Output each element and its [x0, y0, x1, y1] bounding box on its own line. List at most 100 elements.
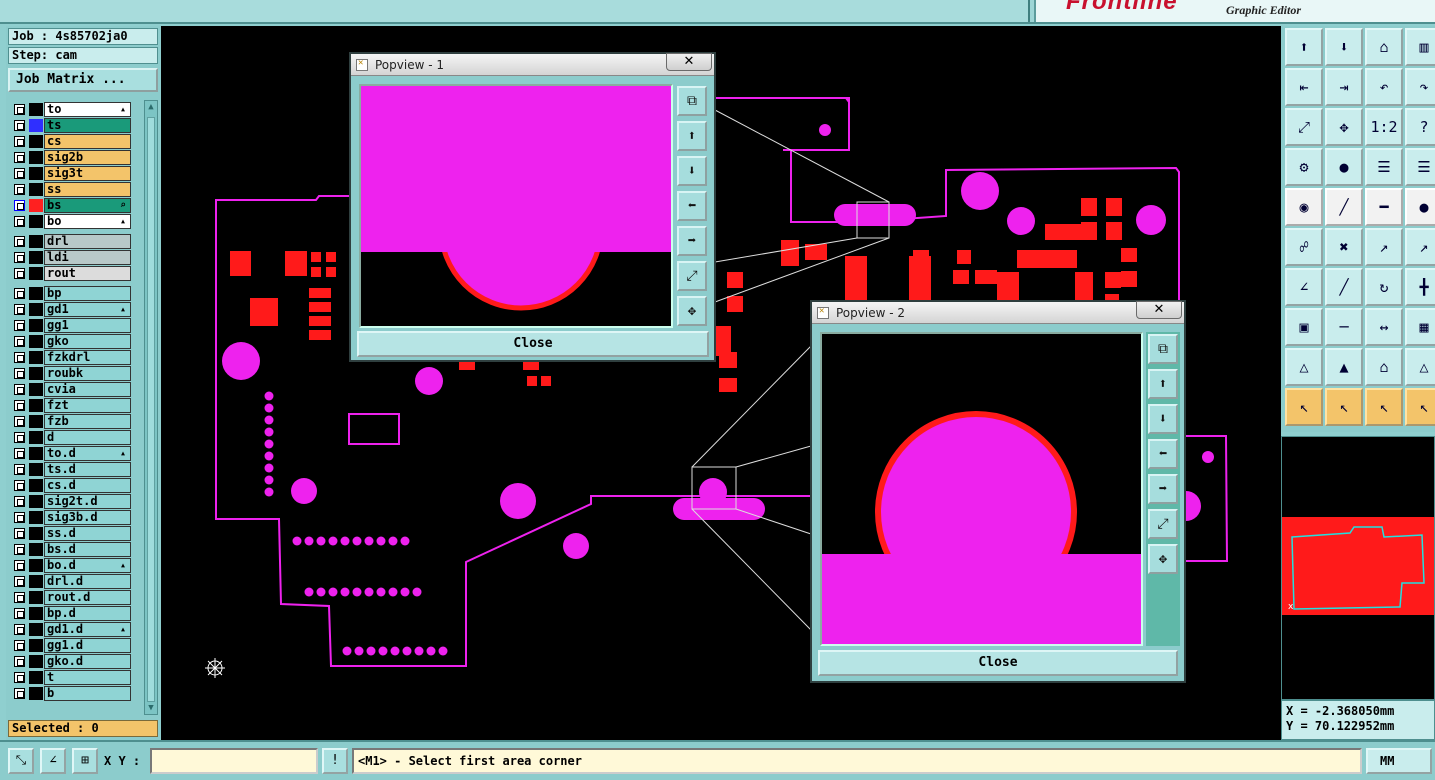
job-matrix-button[interactable]: Job Matrix ...: [8, 68, 158, 92]
layer-color-swatch[interactable]: [29, 671, 43, 684]
peak-icon[interactable]: ▲: [1325, 348, 1363, 386]
layer-name[interactable]: cs: [44, 134, 131, 149]
layer-color-swatch[interactable]: [29, 463, 43, 476]
layer-row[interactable]: gko: [10, 334, 134, 349]
zoom-fit-icon[interactable]: ⤢: [1285, 108, 1323, 146]
layer-name[interactable]: ss.d: [44, 526, 131, 541]
layer-checkbox[interactable]: [14, 496, 25, 507]
layer-checkbox[interactable]: [14, 624, 25, 635]
layer-name[interactable]: to.d ▴: [44, 446, 131, 461]
layer-name[interactable]: d: [44, 430, 131, 445]
scroll-thumb[interactable]: [147, 117, 155, 702]
layer-checkbox[interactable]: [14, 512, 25, 523]
layer-checkbox[interactable]: [14, 528, 25, 539]
layer-checkbox[interactable]: [14, 560, 25, 571]
layer-name[interactable]: bo ▴: [44, 214, 131, 229]
layer-color-swatch[interactable]: [29, 287, 43, 300]
net2-icon[interactable]: ☰: [1405, 148, 1435, 186]
pan-up-icon[interactable]: ⬆: [677, 121, 707, 151]
layer-name[interactable]: ts.d: [44, 462, 131, 477]
pointer-path-icon[interactable]: ↖: [1405, 388, 1435, 426]
layer-row[interactable]: drl.d: [10, 574, 134, 589]
layer-color-swatch[interactable]: [29, 415, 43, 428]
panel-icon[interactable]: ▥: [1405, 28, 1435, 66]
layer-name[interactable]: gg1: [44, 318, 131, 333]
layer-checkbox[interactable]: [14, 336, 25, 347]
cross-icon[interactable]: ✖: [1325, 228, 1363, 266]
home-icon[interactable]: ⌂: [1365, 28, 1403, 66]
scroll-down-icon[interactable]: ▼: [146, 703, 156, 713]
popview-2-titlebar[interactable]: Popview - 2: [812, 302, 1184, 324]
layer-name[interactable]: bp: [44, 286, 131, 301]
layer-checkbox[interactable]: [14, 480, 25, 491]
layer-color-swatch[interactable]: [29, 511, 43, 524]
select-point-icon[interactable]: ◉: [1285, 188, 1323, 226]
layer-checkbox[interactable]: [14, 656, 25, 667]
layer-name[interactable]: cs.d: [44, 478, 131, 493]
pan-right-icon[interactable]: ➡: [677, 226, 707, 256]
layer-checkbox[interactable]: [14, 152, 25, 163]
scale-icon[interactable]: 1:2: [1365, 108, 1403, 146]
join-icon[interactable]: ╋: [1405, 268, 1435, 306]
layer-checkbox[interactable]: [14, 608, 25, 619]
layer-color-swatch[interactable]: [29, 367, 43, 380]
layer-checkbox[interactable]: [14, 544, 25, 555]
layer-row[interactable]: rout: [10, 266, 134, 281]
layer-row[interactable]: cs.d: [10, 478, 134, 493]
popview-window-1[interactable]: Popview - 1 ✕ ⧉ ⬆ ⬇ ⬅ ➡ ⤢ ✥ Close: [349, 52, 716, 362]
layer-color-swatch[interactable]: [29, 607, 43, 620]
layer-row[interactable]: sig2b: [10, 150, 134, 165]
layer-row[interactable]: bo.d ▴: [10, 558, 134, 573]
layer-checkbox[interactable]: [14, 288, 25, 299]
layer-color-swatch[interactable]: [29, 559, 43, 572]
pan-right-icon[interactable]: ➡: [1148, 474, 1178, 504]
layer-row[interactable]: cvia: [10, 382, 134, 397]
layer-row[interactable]: sig2t.d: [10, 494, 134, 509]
layer-row[interactable]: to.d ▴: [10, 446, 134, 461]
layer-checkbox[interactable]: [14, 320, 25, 331]
layer-color-swatch[interactable]: [29, 479, 43, 492]
popview-1-view[interactable]: [359, 84, 673, 328]
layer-checkbox[interactable]: [14, 184, 25, 195]
layer-row[interactable]: gg1: [10, 318, 134, 333]
layer-row[interactable]: bo ▴: [10, 214, 134, 229]
layer-checkbox[interactable]: [14, 304, 25, 315]
layer-row[interactable]: cs: [10, 134, 134, 149]
popview-2-close-button[interactable]: Close: [818, 650, 1178, 676]
layer-checkbox[interactable]: [14, 592, 25, 603]
undo-icon[interactable]: ↶: [1365, 68, 1403, 106]
layer-name[interactable]: sig3b.d: [44, 510, 131, 525]
layer-row[interactable]: roubk: [10, 366, 134, 381]
layer-checkbox[interactable]: [14, 464, 25, 475]
layer-color-swatch[interactable]: [29, 655, 43, 668]
layer-checkbox[interactable]: [14, 120, 25, 131]
layer-checkbox[interactable]: [14, 368, 25, 379]
layer-name[interactable]: b: [44, 686, 131, 701]
zoom-home-icon[interactable]: ✥: [1148, 544, 1178, 574]
layer-checkbox[interactable]: [14, 384, 25, 395]
layer-row[interactable]: sig3b.d: [10, 510, 134, 525]
popview-window-2[interactable]: Popview - 2 ✕ ⧉ ⬆ ⬇ ⬅ ➡ ⤢ ✥ Close: [810, 300, 1186, 683]
layer-name[interactable]: fzb: [44, 414, 131, 429]
layer-row[interactable]: fzb: [10, 414, 134, 429]
layer-color-swatch[interactable]: [29, 383, 43, 396]
layer-color-swatch[interactable]: [29, 543, 43, 556]
move-up-icon[interactable]: ⬆: [1285, 28, 1323, 66]
layer-color-swatch[interactable]: [29, 431, 43, 444]
layer-color-swatch[interactable]: [29, 267, 43, 280]
pointer-diamond-icon[interactable]: ↖: [1365, 388, 1403, 426]
layer-row[interactable]: bp.d: [10, 606, 134, 621]
menu-strip[interactable]: [0, 0, 1030, 22]
layer-color-swatch[interactable]: [29, 135, 43, 148]
layer-name[interactable]: t: [44, 670, 131, 685]
layer-color-swatch[interactable]: [29, 215, 43, 228]
layer-name[interactable]: gg1.d: [44, 638, 131, 653]
layer-checkbox[interactable]: [14, 216, 25, 227]
layer-checkbox[interactable]: [14, 432, 25, 443]
layer-row[interactable]: rout.d: [10, 590, 134, 605]
close-icon[interactable]: ✕: [666, 53, 712, 71]
layer-row[interactable]: ts: [10, 118, 134, 133]
pan-left-icon[interactable]: ⬅: [677, 191, 707, 221]
angle-icon[interactable]: ∠: [1285, 268, 1323, 306]
pan-up-icon[interactable]: ⬆: [1148, 369, 1178, 399]
